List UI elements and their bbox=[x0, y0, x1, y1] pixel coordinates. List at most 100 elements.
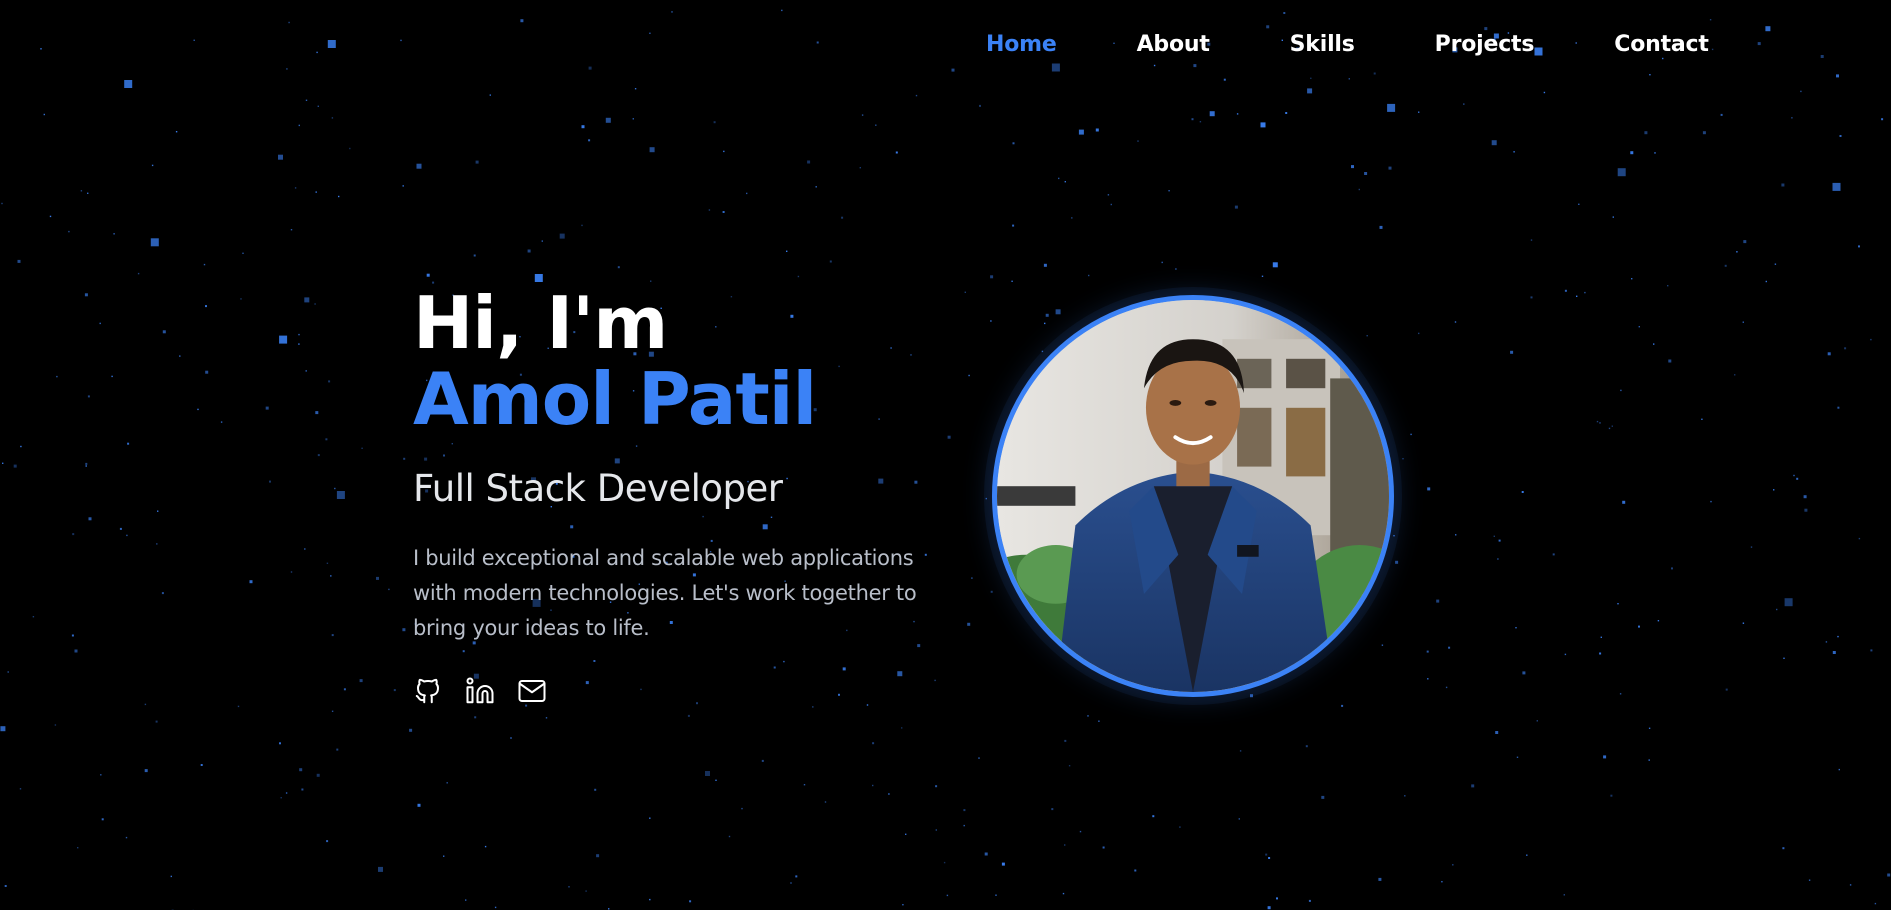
star bbox=[1596, 420, 1599, 423]
star bbox=[331, 634, 334, 637]
star bbox=[585, 890, 587, 892]
star bbox=[1107, 194, 1110, 196]
star bbox=[605, 117, 611, 123]
main-nav: Home About Skills Projects Contact bbox=[986, 28, 1709, 62]
star bbox=[1051, 808, 1054, 811]
star bbox=[278, 154, 283, 160]
star bbox=[203, 263, 206, 266]
star bbox=[1521, 491, 1524, 493]
star bbox=[240, 298, 242, 300]
star bbox=[72, 533, 75, 536]
profile-photo-illustration bbox=[997, 300, 1389, 692]
star bbox=[1079, 830, 1082, 833]
star bbox=[984, 852, 988, 856]
star bbox=[317, 105, 319, 107]
star bbox=[1742, 321, 1744, 323]
star bbox=[220, 421, 223, 423]
star bbox=[298, 124, 300, 127]
star bbox=[1552, 553, 1555, 556]
mail-icon bbox=[518, 680, 546, 702]
star bbox=[1308, 899, 1311, 902]
star bbox=[786, 250, 788, 252]
star bbox=[1849, 884, 1852, 886]
star bbox=[935, 785, 938, 788]
star bbox=[797, 275, 800, 278]
linkedin-link[interactable] bbox=[465, 676, 495, 706]
star bbox=[1454, 321, 1457, 323]
star bbox=[790, 882, 792, 884]
star bbox=[1261, 275, 1264, 277]
star bbox=[49, 215, 52, 218]
github-link[interactable] bbox=[413, 676, 443, 706]
star bbox=[746, 192, 748, 195]
star bbox=[1366, 335, 1368, 337]
star bbox=[1272, 262, 1278, 268]
star bbox=[1630, 151, 1634, 155]
star bbox=[1283, 12, 1286, 14]
star bbox=[1404, 795, 1406, 797]
star bbox=[1373, 72, 1376, 75]
nav-projects[interactable]: Projects bbox=[1435, 28, 1535, 62]
star bbox=[74, 649, 78, 653]
star bbox=[649, 147, 655, 153]
star bbox=[1742, 622, 1745, 624]
star bbox=[1209, 111, 1215, 117]
star bbox=[1393, 535, 1395, 537]
star bbox=[1836, 74, 1839, 78]
star bbox=[494, 906, 497, 909]
star bbox=[331, 710, 334, 712]
star bbox=[1153, 64, 1156, 67]
star bbox=[1522, 671, 1526, 675]
star bbox=[588, 139, 591, 142]
email-link[interactable] bbox=[517, 676, 547, 706]
star bbox=[144, 769, 148, 773]
star bbox=[1608, 427, 1611, 430]
star bbox=[527, 249, 531, 253]
star bbox=[1825, 641, 1828, 643]
star bbox=[1563, 894, 1565, 896]
star bbox=[1576, 295, 1578, 297]
star bbox=[715, 779, 717, 781]
nav-about[interactable]: About bbox=[1137, 28, 1210, 62]
star bbox=[1236, 113, 1239, 115]
nav-contact[interactable]: Contact bbox=[1614, 28, 1709, 62]
star bbox=[1839, 135, 1842, 137]
star bbox=[859, 167, 861, 169]
star bbox=[713, 121, 716, 124]
star bbox=[87, 192, 89, 194]
star bbox=[1012, 142, 1015, 145]
star bbox=[393, 689, 396, 692]
nav-home[interactable]: Home bbox=[986, 28, 1057, 62]
star bbox=[841, 216, 844, 219]
star bbox=[144, 703, 147, 706]
star bbox=[812, 706, 814, 708]
star bbox=[1087, 715, 1089, 717]
star bbox=[722, 211, 725, 213]
star bbox=[157, 510, 159, 512]
star bbox=[1321, 795, 1325, 799]
star bbox=[1495, 731, 1499, 734]
star bbox=[990, 320, 992, 322]
star bbox=[175, 131, 178, 133]
star bbox=[1268, 857, 1271, 859]
star bbox=[119, 527, 122, 530]
star bbox=[1267, 906, 1271, 910]
star bbox=[1285, 112, 1288, 114]
star bbox=[1098, 720, 1100, 722]
star bbox=[1874, 902, 1877, 905]
star bbox=[1110, 203, 1112, 206]
star bbox=[305, 370, 307, 372]
star bbox=[304, 297, 310, 303]
star bbox=[895, 151, 898, 154]
nav-skills[interactable]: Skills bbox=[1290, 28, 1355, 62]
star bbox=[946, 894, 949, 897]
star bbox=[741, 807, 743, 810]
star bbox=[336, 491, 345, 499]
star bbox=[359, 679, 363, 683]
star bbox=[161, 592, 164, 595]
star bbox=[150, 238, 159, 247]
star bbox=[1564, 653, 1567, 656]
star bbox=[608, 908, 610, 910]
star bbox=[1526, 854, 1528, 856]
star bbox=[1837, 635, 1839, 638]
